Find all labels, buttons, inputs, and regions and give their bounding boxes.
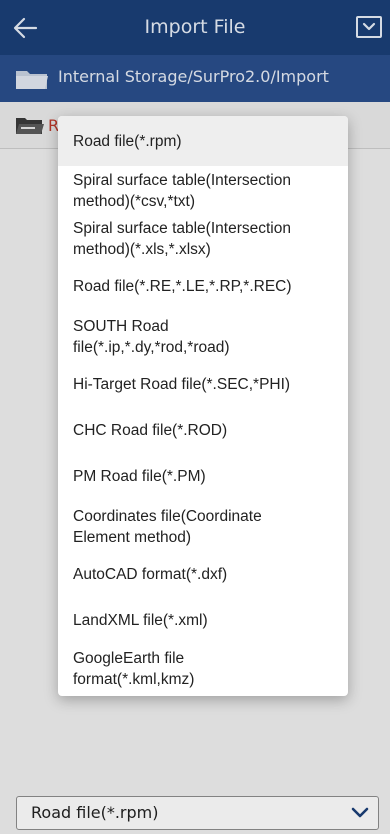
menu-item-autocad[interactable]: AutoCAD format(*.dxf) — [58, 556, 348, 596]
menu-item-label: Road file(*.RE,*.LE,*.RP,*.REC) — [73, 278, 292, 295]
menu-item-coordinates[interactable]: Coordinates file(Coordinate Element meth… — [58, 502, 348, 550]
menu-item-spiral-xls[interactable]: Spiral surface table(Intersection method… — [58, 216, 348, 264]
menu-item-label: CHC Road file(*.ROD) — [73, 422, 228, 439]
menu-item-south-road[interactable]: SOUTH Road file(*.ip,*.dy,*rod,*road) — [58, 312, 348, 360]
menu-item-pm-road[interactable]: PM Road file(*.PM) — [58, 458, 348, 498]
menu-item-road-rpm[interactable]: Road file(*.rpm) — [58, 116, 348, 166]
menu-item-label: AutoCAD format(*.dxf) — [73, 566, 228, 583]
menu-item-label: Road file(*.rpm) — [73, 133, 182, 150]
menu-item-road-re[interactable]: Road file(*.RE,*.LE,*.RP,*.REC) — [58, 268, 348, 308]
menu-item-label: Hi-Target Road file(*.SEC,*PHI) — [73, 376, 291, 393]
menu-item-label: Spiral surface table(Intersection method… — [73, 172, 291, 210]
import-file-screen: Import File Internal Storage/SurPro2.0/I… — [0, 0, 390, 834]
menu-item-label: Spiral surface table(Intersection method… — [73, 220, 291, 258]
menu-item-label: LandXML file(*.xml) — [73, 612, 208, 629]
menu-item-label: PM Road file(*.PM) — [73, 468, 206, 485]
menu-item-hi-target[interactable]: Hi-Target Road file(*.SEC,*PHI) — [58, 366, 348, 406]
menu-item-label: Coordinates file(Coordinate Element meth… — [73, 508, 262, 546]
menu-item-chc-road[interactable]: CHC Road file(*.ROD) — [58, 412, 348, 452]
menu-item-googleearth[interactable]: GoogleEarth file format(*.kml,kmz) — [58, 644, 348, 694]
file-type-menu: Road file(*.rpm) Spiral surface table(In… — [58, 116, 348, 696]
menu-item-landxml[interactable]: LandXML file(*.xml) — [58, 602, 348, 642]
menu-item-spiral-csv[interactable]: Spiral surface table(Intersection method… — [58, 168, 348, 216]
menu-item-label: SOUTH Road file(*.ip,*.dy,*rod,*road) — [73, 318, 230, 356]
menu-item-label: GoogleEarth file format(*.kml,kmz) — [73, 650, 195, 688]
